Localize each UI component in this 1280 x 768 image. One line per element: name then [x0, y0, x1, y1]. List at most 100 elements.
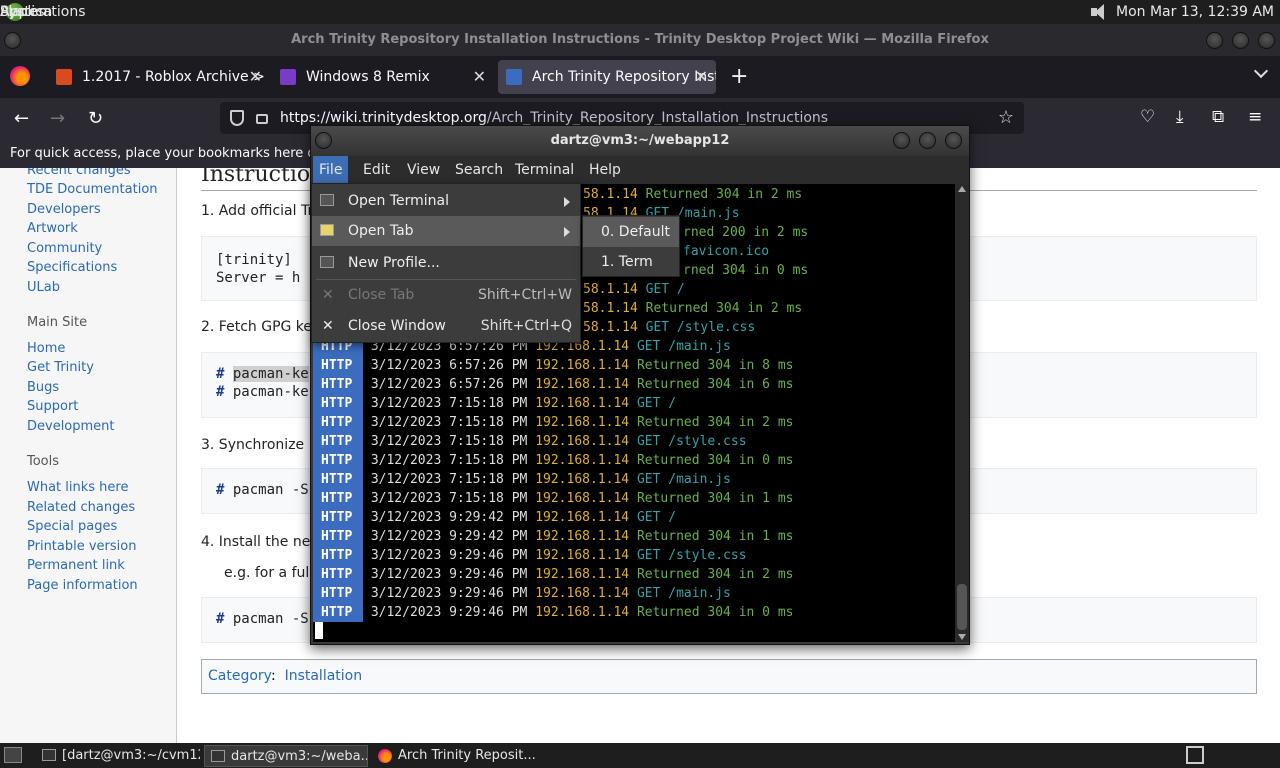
tab-label: Windows 8 Remix — [306, 69, 430, 85]
taskbar-item-label: dartz@vm3:~/weba... — [231, 749, 368, 764]
sidebar-link-community[interactable]: Community — [27, 241, 102, 256]
sidebar-link-get-trinity[interactable]: Get Trinity — [27, 360, 94, 375]
log-message: Returned 304 in 1 ms — [636, 529, 794, 544]
sidebar-link-development[interactable]: Development — [27, 419, 115, 434]
tab-windows-8-remix[interactable]: Windows 8 Remix ✕ — [272, 60, 494, 94]
tab-arch-trinity[interactable]: Arch Trinity Repository Insta ✕ — [498, 60, 716, 94]
extensions-icon[interactable]: ⧉ — [1212, 107, 1224, 127]
lock-icon[interactable] — [256, 114, 268, 124]
log-message: GET /main.js — [636, 586, 731, 601]
scroll-up-arrow-icon[interactable] — [958, 186, 966, 192]
log-message: GET / — [636, 396, 677, 411]
menu-terminal[interactable]: Terminal — [509, 156, 580, 184]
category-box: Category: Installation — [201, 659, 1257, 694]
menu-help[interactable]: Help — [583, 156, 627, 184]
sidebar-link-recent-changes[interactable]: Recent changes — [27, 168, 131, 178]
sidebar-link-page-information[interactable]: Page information — [27, 578, 138, 593]
sidebar-link-bugs[interactable]: Bugs — [27, 380, 59, 395]
step-3-text: 3. Synchronize Pa — [201, 437, 326, 453]
firefox-logo-icon[interactable] — [10, 66, 30, 86]
log-fragment: 58.1.14 Returned 304 in 2 ms — [583, 187, 803, 202]
close-tab-icon[interactable]: ✕ — [473, 67, 486, 86]
sidebar-link-home[interactable]: Home — [27, 341, 65, 356]
show-desktop-icon[interactable] — [4, 747, 22, 763]
log-fragment: rned 304 in 0 ms — [683, 263, 809, 278]
terminal-minimize-button[interactable] — [893, 132, 910, 149]
step-4-subtext: e.g. for a full — [224, 565, 314, 581]
menu-item-close-tab[interactable]: ✕ Close Tab Shift+Ctrl+W — [312, 280, 580, 310]
scroll-down-arrow-icon[interactable] — [958, 634, 966, 640]
window-menu-icon[interactable] — [4, 32, 21, 49]
prompt-hash: # — [216, 482, 225, 498]
sidebar-link-artwork[interactable]: Artwork — [27, 221, 78, 236]
menu-edit[interactable]: Edit — [357, 156, 396, 184]
menu-item-open-tab[interactable]: Open Tab — [312, 216, 580, 246]
minimize-button[interactable] — [1206, 32, 1223, 49]
log-message: GET /main.js — [636, 472, 731, 487]
new-tab-plus-icon[interactable]: + — [730, 64, 748, 89]
log-message: Returned 304 in 1 ms — [636, 491, 794, 506]
menu-item-close-window[interactable]: ✕ Close Window Shift+Ctrl+Q — [312, 311, 580, 341]
forward-arrow-icon[interactable]: → — [50, 108, 65, 129]
sidebar-link-ulab[interactable]: ULab — [27, 280, 60, 295]
sidebar-link-tde-docs[interactable]: TDE Documentation — [27, 182, 158, 197]
category-label-link[interactable]: Category — [208, 668, 271, 684]
log-date: 3/12/2023 9:29:46 PM — [370, 586, 528, 601]
menu-item-shortcut: Shift+Ctrl+W — [477, 287, 572, 303]
sidebar-link-printable-version[interactable]: Printable version — [27, 539, 136, 554]
tracking-shield-icon[interactable] — [230, 110, 244, 126]
submenu-item-default[interactable]: 0. Default — [583, 217, 679, 247]
menu-item-new-profile[interactable]: New Profile... — [312, 248, 580, 278]
pocket-icon[interactable]: ♡ — [1140, 107, 1155, 127]
log-ip: 192.168.1.14 — [535, 529, 630, 544]
log-message: GET /style.css — [636, 548, 747, 563]
sidebar-link-permanent-link[interactable]: Permanent link — [27, 558, 125, 573]
menu-item-shortcut: Shift+Ctrl+Q — [480, 318, 572, 334]
log-tag: HTTP — [313, 508, 363, 527]
terminal-close-button[interactable] — [945, 132, 962, 149]
hamburger-menu-icon[interactable]: ≡ — [1248, 107, 1262, 127]
code-line-selected: pacman-ke — [232, 366, 309, 382]
log-date: 3/12/2023 7:15:18 PM — [370, 434, 528, 449]
close-window-button[interactable] — [1258, 32, 1275, 49]
volume-icon[interactable] — [1088, 3, 1108, 21]
terminal-scrollbar[interactable] — [955, 184, 969, 642]
panel-clock[interactable]: Mon Mar 13, 12:39 AM — [1116, 4, 1274, 20]
terminal-maximize-button[interactable] — [919, 132, 936, 149]
scrollbar-thumb[interactable] — [957, 584, 967, 630]
menu-item-open-terminal[interactable]: Open Terminal — [312, 186, 580, 216]
terminal-window-menu-icon[interactable] — [315, 132, 332, 149]
category-colon: : — [270, 668, 285, 684]
prompt-hash: # — [216, 366, 225, 382]
bookmark-star-icon[interactable]: ☆ — [998, 102, 1014, 134]
sidebar-link-special-pages[interactable]: Special pages — [27, 519, 117, 534]
log-row: HTTP 3/12/2023 9:29:42 PM 192.168.1.14 G… — [313, 508, 676, 527]
tab-label: 1.2017 - Roblox Archive > Cli — [82, 69, 270, 85]
workspace-switcher-icon[interactable] — [1186, 746, 1204, 764]
close-tab-icon[interactable]: ✕ — [249, 67, 262, 86]
menu-search[interactable]: Search — [449, 156, 509, 184]
close-tab-icon[interactable]: ✕ — [695, 67, 708, 86]
taskbar-item-cvm12[interactable]: [dartz@vm3:~/cvm12] — [36, 745, 200, 767]
sidebar-link-related-changes[interactable]: Related changes — [27, 500, 135, 515]
menu-file[interactable]: File — [313, 156, 349, 184]
menu-view[interactable]: View — [401, 156, 446, 184]
log-ip: 192.168.1.14 — [535, 434, 630, 449]
terminal-titlebar[interactable]: dartz@vm3:~/webapp12 — [311, 126, 969, 156]
taskbar-item-webapp12[interactable]: dartz@vm3:~/weba... — [204, 745, 368, 767]
back-arrow-icon[interactable]: ← — [14, 108, 29, 129]
maximize-button[interactable] — [1232, 32, 1249, 49]
category-installation-link[interactable]: Installation — [285, 668, 363, 684]
sidebar-link-specifications[interactable]: Specifications — [27, 260, 117, 275]
bookmarks-hint: For quick access, place your bookmarks h… — [10, 146, 350, 161]
downloads-icon[interactable]: ⤓ — [1176, 107, 1184, 127]
sidebar-link-developers[interactable]: Developers — [27, 202, 101, 217]
taskbar-item-firefox[interactable]: Arch Trinity Reposit... — [372, 745, 536, 767]
submenu-item-term[interactable]: 1. Term — [583, 247, 679, 277]
sidebar-link-what-links-here[interactable]: What links here — [27, 480, 128, 495]
reload-icon[interactable]: ↻ — [88, 108, 103, 129]
panel-menu-system[interactable]: System — [0, 0, 52, 27]
log-row: HTTP 3/12/2023 7:15:18 PM 192.168.1.14 G… — [313, 432, 747, 451]
tab-roblox-archive[interactable]: 1.2017 - Roblox Archive > Cli ✕ — [48, 60, 270, 94]
sidebar-link-support[interactable]: Support — [27, 399, 78, 414]
